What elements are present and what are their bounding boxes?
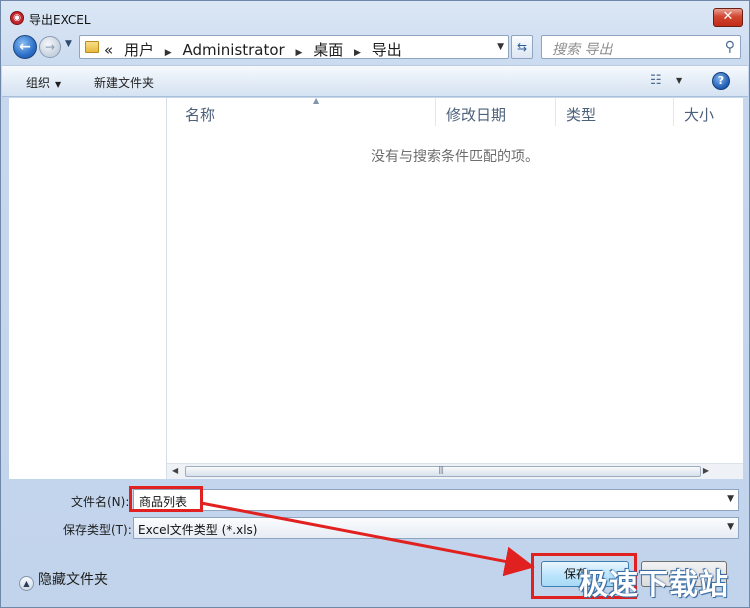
chevron-down-icon[interactable]: ▼ [676,76,682,85]
breadcrumb-item-users[interactable]: 用户 [124,41,154,59]
command-toolbar: 组织 ▼ 新建文件夹 ☷ ▼ ? [2,65,748,97]
scrollbar-thumb[interactable]: ||| [185,465,701,477]
chevron-up-icon: ▲ [19,576,34,591]
scroll-right-icon[interactable]: ▶ [703,466,709,475]
breadcrumb-item-export[interactable]: 导出 [372,41,402,59]
view-options-icon[interactable]: ☷ [650,73,662,88]
search-input[interactable]: 搜索 导出 ⚲ [541,35,741,59]
watermark-logo: 极速下载站 [579,567,730,601]
chevron-right-icon[interactable]: ▶ [296,48,303,58]
close-button[interactable]: ✕ [713,8,743,27]
breadcrumb-item-administrator[interactable]: Administrator [182,41,284,59]
back-arrow-icon[interactable]: ← [13,35,37,59]
organize-menu-button[interactable]: 组织 ▼ [26,74,61,91]
column-header-name[interactable]: 名称 ▲ [175,96,439,126]
sort-ascending-icon: ▲ [313,96,320,105]
title-bar: ◉ 导出EXCEL ✕ [1,1,749,33]
scroll-left-icon[interactable]: ◀ [172,466,178,475]
new-folder-button[interactable]: 新建文件夹 [94,74,154,91]
search-placeholder: 搜索 导出 [552,42,613,58]
annotation-highlight-filename [129,486,203,512]
save-type-value: Excel文件类型 (*.xls) [138,523,258,537]
chevron-down-icon[interactable]: ▼ [727,522,734,532]
empty-list-message: 没有与搜索条件匹配的项。 [371,149,539,165]
chevron-right-icon[interactable]: ▶ [354,48,361,58]
horizontal-scrollbar[interactable]: ◀ ||| ▶ [167,463,743,479]
window-title: 导出EXCEL [29,13,91,27]
search-icon[interactable]: ⚲ [725,39,735,55]
breadcrumb-item-desktop[interactable]: 桌面 [313,41,343,59]
organize-label: 组织 [26,76,51,90]
refresh-icon[interactable]: ⇆ [511,35,533,59]
breadcrumb-overflow[interactable]: « [104,41,113,59]
folder-icon [85,41,99,53]
hide-folders-toggle[interactable]: ▲ 隐藏文件夹 [19,569,108,591]
navigation-pane[interactable] [9,98,167,479]
recent-pages-dropdown-icon[interactable]: ▼ [65,39,72,49]
breadcrumb: « 用户 ▶ Administrator ▶ 桌面 ▶ 导出 [104,39,408,60]
forward-arrow-icon[interactable]: → [39,36,61,58]
app-logo-icon: ◉ [10,11,24,25]
column-header-date[interactable]: 修改日期 [435,98,555,126]
column-header-size[interactable]: 大小 [673,98,743,126]
address-bar[interactable]: « 用户 ▶ Administrator ▶ 桌面 ▶ 导出 ▼ [79,35,509,59]
file-list[interactable]: 名称 ▲ 修改日期 类型 大小 没有与搜索条件匹配的项。 [167,96,743,479]
column-header-type[interactable]: 类型 [555,98,673,126]
save-type-label: 保存类型(T): [63,523,132,537]
chevron-right-icon[interactable]: ▶ [165,48,172,58]
help-icon[interactable]: ? [712,72,730,90]
chevron-down-icon[interactable]: ▼ [497,42,504,52]
filename-label: 文件名(N): [71,495,130,509]
filename-field[interactable]: 商品列表 ▼ [133,489,739,511]
save-type-select[interactable]: Excel文件类型 (*.xls) ▼ [133,517,739,539]
chevron-down-icon[interactable]: ▼ [727,494,734,504]
column-name-label: 名称 [185,106,216,124]
grip-icon: ||| [438,465,444,474]
save-dialog-window: ◉ 导出EXCEL ✕ ← → ▼ « 用户 ▶ Administrator ▶… [0,0,750,608]
chevron-down-icon: ▼ [55,80,62,89]
hide-folders-label: 隐藏文件夹 [38,572,108,588]
